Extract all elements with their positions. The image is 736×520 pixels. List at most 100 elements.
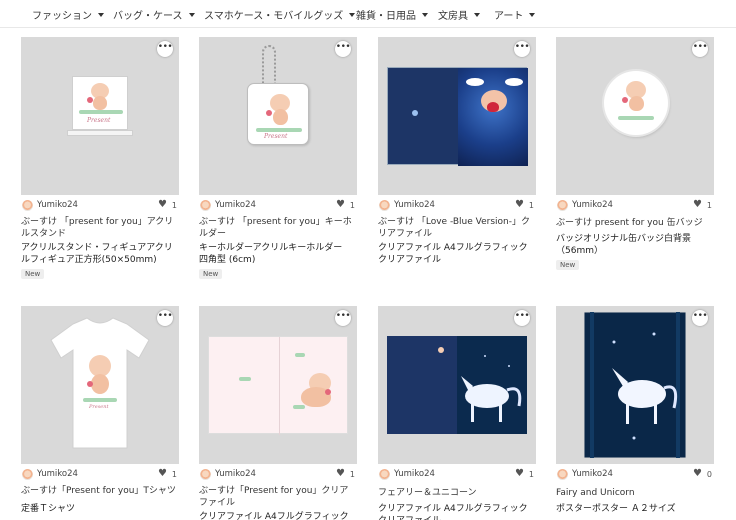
like-count: 1 xyxy=(349,201,355,210)
new-badge: New xyxy=(556,260,580,270)
product-meta: Yumiko24 ♥ 1 xyxy=(556,199,714,214)
nav-label: 文房具 xyxy=(438,11,468,22)
product-title[interactable]: ぶーすけ「Present for you」Tシャツ xyxy=(21,485,179,497)
caret-down-icon xyxy=(529,13,536,17)
heart-icon[interactable]: ♥ xyxy=(515,468,524,479)
more-options-button[interactable]: ••• xyxy=(514,310,530,326)
product-title[interactable]: ぶーすけ 「Love -Blue Version-」クリアファイル xyxy=(378,216,536,240)
product-type: クリアファイル A4フルグラフィッククリアファイル xyxy=(199,512,349,520)
nav-item-smartphone[interactable]: スマホケース・モバイルグッズ xyxy=(204,7,356,22)
heart-icon[interactable]: ♥ xyxy=(336,199,345,210)
product-thumbnail[interactable]: ••• xyxy=(378,37,536,195)
creator-name[interactable]: Yumiko24 xyxy=(572,469,613,479)
nav-item-goods[interactable]: 雑貨・日用品 xyxy=(356,7,428,22)
product-meta: Yumiko24 ♥ 1 xyxy=(199,468,357,483)
clear-file-image xyxy=(208,336,348,435)
like-count: 1 xyxy=(349,470,355,479)
more-horizontal-icon: ••• xyxy=(157,42,173,52)
nav-label: アート xyxy=(494,11,524,22)
category-nav: ファッション バッグ・ケース スマホケース・モバイルグッズ 雑貨・日用品 文房具… xyxy=(0,0,736,28)
product-thumbnail[interactable]: Present ••• xyxy=(199,37,357,195)
product-type: キーホルダーアクリルキーホルダー 四角型 (6cm) xyxy=(199,243,352,265)
creator-name[interactable]: Yumiko24 xyxy=(215,469,256,479)
more-horizontal-icon: ••• xyxy=(514,311,530,321)
avatar xyxy=(22,469,33,480)
product-title[interactable]: ぶーすけ「Present for you」クリアファイル xyxy=(199,485,357,509)
avatar xyxy=(22,200,33,211)
creator-name[interactable]: Yumiko24 xyxy=(37,200,78,210)
more-horizontal-icon: ••• xyxy=(335,42,351,52)
heart-icon[interactable]: ♥ xyxy=(693,199,702,210)
product-thumbnail[interactable]: ••• xyxy=(556,37,714,195)
more-options-button[interactable]: ••• xyxy=(157,41,173,57)
heart-icon[interactable]: ♥ xyxy=(158,468,167,479)
product-type: クリアファイル A4フルグラフィッククリアファイル xyxy=(378,504,528,520)
product-meta: Yumiko24 ♥ 1 xyxy=(21,468,179,483)
more-options-button[interactable]: ••• xyxy=(692,41,708,57)
product-thumbnail[interactable]: ••• xyxy=(556,306,714,464)
product-title[interactable]: ぶーすけ 「present for you」キーホルダー xyxy=(199,216,357,240)
like-count: 0 xyxy=(706,470,712,479)
creator-name[interactable]: Yumiko24 xyxy=(394,469,435,479)
avatar xyxy=(557,200,568,211)
product-title[interactable]: ぶーすけ present for you 缶バッジ xyxy=(556,217,714,229)
nav-item-art[interactable]: アート xyxy=(494,7,536,22)
more-options-button[interactable]: ••• xyxy=(157,310,173,326)
creator-name[interactable]: Yumiko24 xyxy=(215,200,256,210)
like-count: 1 xyxy=(171,201,177,210)
heart-icon[interactable]: ♥ xyxy=(158,199,167,210)
product-meta: Yumiko24 ♥ 1 xyxy=(378,468,536,483)
avatar xyxy=(379,469,390,480)
product-title[interactable]: Fairy and Unicorn xyxy=(556,487,714,499)
more-horizontal-icon: ••• xyxy=(335,311,351,321)
more-horizontal-icon: ••• xyxy=(692,42,708,52)
nav-item-bags[interactable]: バッグ・ケース xyxy=(113,7,195,22)
poster-image xyxy=(584,312,686,458)
more-options-button[interactable]: ••• xyxy=(335,41,351,57)
caret-down-icon xyxy=(422,13,428,17)
more-options-button[interactable]: ••• xyxy=(335,310,351,326)
caret-down-icon xyxy=(98,13,104,17)
nav-item-fashion[interactable]: ファッション xyxy=(32,7,104,22)
ball-chain xyxy=(262,45,276,85)
new-badge: New xyxy=(21,269,45,279)
like-count: 1 xyxy=(528,470,534,479)
caret-down-icon xyxy=(349,13,356,17)
more-options-button[interactable]: ••• xyxy=(514,41,530,57)
like-count: 1 xyxy=(528,201,534,210)
product-type: アクリルスタンド・フィギュアアクリルフィギュア正方形(50×50mm) xyxy=(21,243,173,265)
product-title[interactable]: ぶーすけ 「present for you」アクリルスタンド xyxy=(21,216,179,240)
more-options-button[interactable]: ••• xyxy=(692,310,708,326)
keychain-image: Present xyxy=(247,83,309,145)
more-horizontal-icon: ••• xyxy=(692,311,708,321)
heart-icon[interactable]: ♥ xyxy=(693,468,702,479)
product-thumbnail[interactable]: Present ••• xyxy=(21,37,179,195)
svg-text:Present: Present xyxy=(88,404,109,410)
product-thumbnail[interactable]: ••• xyxy=(199,306,357,464)
nav-label: 雑貨・日用品 xyxy=(356,11,416,22)
product-type: ポスターポスター Ａ２サイズ xyxy=(556,504,676,514)
product-type: 定番Ｔシャツ xyxy=(21,504,76,514)
new-badge: New xyxy=(199,269,223,279)
product-title[interactable]: フェアリー＆ユニコーン xyxy=(378,487,536,499)
like-count: 1 xyxy=(171,470,177,479)
product-meta: Yumiko24 ♥ 0 xyxy=(556,468,714,483)
creator-name[interactable]: Yumiko24 xyxy=(394,200,435,210)
heart-icon[interactable]: ♥ xyxy=(515,199,524,210)
caret-down-icon xyxy=(474,13,480,17)
can-badge-image xyxy=(604,71,668,135)
avatar xyxy=(200,200,211,211)
like-count: 1 xyxy=(706,201,712,210)
product-thumbnail[interactable]: Present ••• xyxy=(21,306,179,464)
more-horizontal-icon: ••• xyxy=(157,311,173,321)
creator-name[interactable]: Yumiko24 xyxy=(572,200,613,210)
product-thumbnail[interactable]: ••• xyxy=(378,306,536,464)
heart-icon[interactable]: ♥ xyxy=(336,468,345,479)
avatar xyxy=(379,200,390,211)
nav-item-stationery[interactable]: 文房具 xyxy=(438,7,480,22)
product-meta: Yumiko24 ♥ 1 xyxy=(378,199,536,214)
creator-name[interactable]: Yumiko24 xyxy=(37,469,78,479)
caret-down-icon xyxy=(188,13,195,17)
more-horizontal-icon: ••• xyxy=(514,42,530,52)
stand-base xyxy=(67,130,133,136)
